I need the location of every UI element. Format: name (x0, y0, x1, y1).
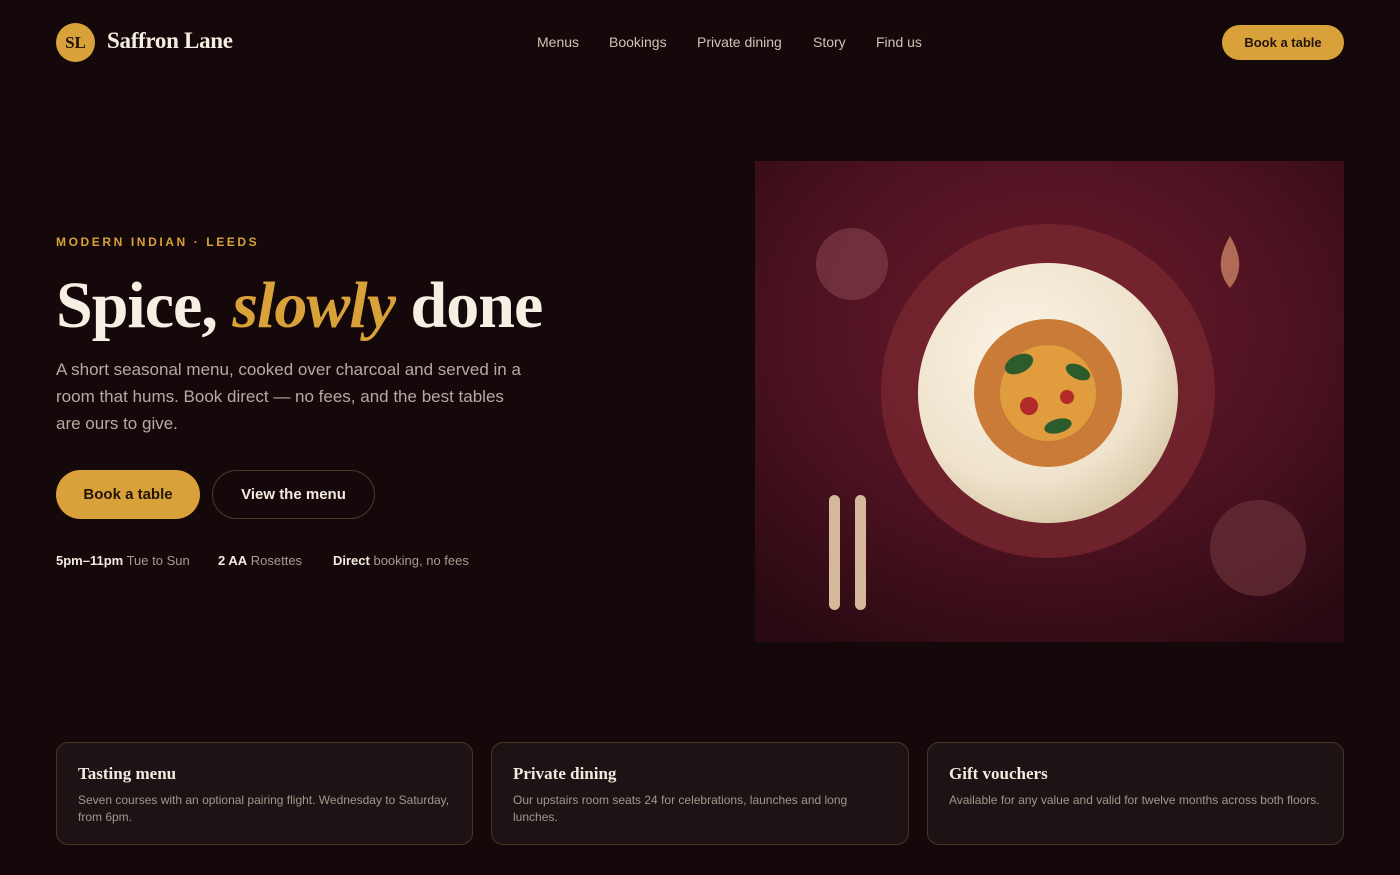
card-private-dining[interactable]: Private dining Our upstairs room seats 2… (491, 742, 909, 845)
chopstick-right (855, 495, 866, 610)
headline-accent: slowly (232, 269, 396, 342)
fact-booking: Direct booking, no fees (333, 553, 469, 568)
card-gift-vouchers[interactable]: Gift vouchers Available for any value an… (927, 742, 1344, 845)
fact-rosettes: 2 AA Rosettes (218, 553, 302, 568)
nav-private-dining[interactable]: Private dining (697, 34, 782, 50)
site-header: SL Saffron Lane Menus Bookings Private d… (0, 0, 1400, 86)
fact-hours-value: 5pm–11pm (56, 553, 124, 568)
nav-find-us[interactable]: Find us (876, 34, 922, 50)
card-body: Our upstairs room seats 24 for celebrati… (513, 793, 848, 824)
fact-rosettes-label: Rosettes (247, 553, 303, 568)
card-title: Tasting menu (78, 764, 177, 783)
fact-rosettes-value: 2 AA (218, 553, 248, 568)
headline-part-1: Spice, (56, 269, 233, 342)
card-title: Gift vouchers (949, 764, 1048, 783)
nav-bookings[interactable]: Bookings (609, 34, 667, 50)
hero-headline: Spice, slowly done (56, 268, 544, 344)
nav-menus[interactable]: Menus (537, 34, 579, 50)
fact-hours-label: Tue to Sun (123, 553, 190, 568)
main-nav: Menus Bookings Private dining Story Find… (0, 34, 1400, 54)
card-body: Available for any value and valid for tw… (949, 793, 1320, 807)
view-menu-button[interactable]: View the menu (212, 470, 375, 519)
fact-booking-label: booking, no fees (369, 553, 469, 568)
dish-svg (755, 161, 1344, 642)
header-book-table-button[interactable]: Book a table (1222, 25, 1344, 60)
chopstick-left (829, 495, 840, 610)
hero-description: A short seasonal menu, cooked over charc… (56, 360, 521, 433)
hero-eyebrow: MODERN INDIAN · LEEDS (56, 235, 260, 249)
decor-circle-bottom (1210, 500, 1306, 596)
fact-booking-value: Direct (333, 553, 370, 568)
card-tasting-menu[interactable]: Tasting menu Seven courses with an optio… (56, 742, 473, 845)
card-title: Private dining (513, 764, 617, 783)
chili-2 (1060, 390, 1074, 404)
card-body: Seven courses with an optional pairing f… (78, 793, 450, 824)
decor-circle-top (816, 228, 888, 300)
hero-dish-illustration (755, 161, 1344, 642)
book-table-button[interactable]: Book a table (56, 470, 200, 519)
chili-1 (1020, 397, 1038, 415)
headline-part-2: done (395, 269, 544, 342)
fact-hours: 5pm–11pm Tue to Sun (56, 553, 190, 568)
hero-facts: 5pm–11pm Tue to Sun 2 AA Rosettes Direct… (56, 553, 556, 571)
nav-story[interactable]: Story (813, 34, 846, 50)
